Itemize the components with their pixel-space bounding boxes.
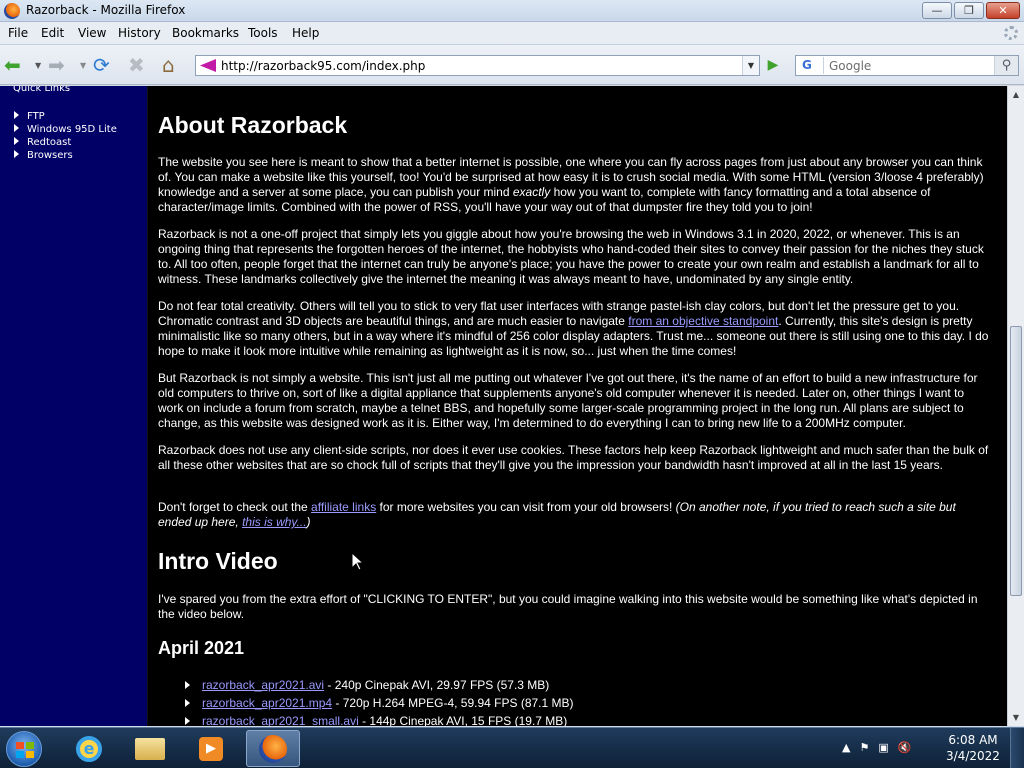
sidebar-item-redtoast[interactable]: Redtoast <box>14 136 117 149</box>
back-button[interactable]: ⬅ <box>4 52 21 78</box>
reload-button[interactable]: ⟳ <box>93 52 110 78</box>
menu-help[interactable]: Help <box>292 26 319 40</box>
search-input[interactable]: Google <box>829 59 871 73</box>
action-center-flag-icon[interactable]: ⚑ <box>859 741 869 754</box>
show-hidden-icons-icon[interactable]: ▲ <box>842 741 850 754</box>
about-paragraph-4: But Razorback is not simply a website. T… <box>158 371 978 430</box>
bullet-icon <box>14 111 19 119</box>
menu-edit[interactable]: Edit <box>41 26 64 40</box>
forward-history-dropdown[interactable]: ▼ <box>80 52 86 78</box>
show-desktop-button[interactable] <box>1010 728 1024 768</box>
about-paragraph-5: Razorback does not use any client-side s… <box>158 443 989 472</box>
minimize-button[interactable]: — <box>922 2 952 19</box>
scroll-up-button[interactable]: ▲ <box>1008 86 1024 103</box>
affiliate-links-link[interactable]: affiliate links <box>311 500 376 514</box>
system-tray: ▲ ⚑ ▣ 🔇 <box>842 741 911 754</box>
page-viewport: Quick Links FTP Windows 95D Lite Redtoas… <box>0 86 1024 726</box>
throbber-icon <box>1004 26 1018 40</box>
about-paragraph-6: Don't forget to check out the affiliate … <box>158 500 956 529</box>
bullet-icon <box>185 717 190 725</box>
video-list: razorback_apr2021.avi - 240p Cinepak AVI… <box>185 676 574 726</box>
menu-view[interactable]: View <box>78 26 106 40</box>
sidebar-item-ftp[interactable]: FTP <box>14 110 117 123</box>
volume-muted-icon[interactable]: 🔇 <box>898 741 912 754</box>
quick-links-heading: Quick Links <box>13 86 71 94</box>
about-paragraph-2: Razorback is not a one-off project that … <box>158 227 984 286</box>
about-heading: About Razorback <box>158 112 348 138</box>
menu-history[interactable]: History <box>118 26 161 40</box>
back-history-dropdown[interactable]: ▼ <box>35 52 41 78</box>
firefox-icon <box>259 734 287 763</box>
list-item: razorback_apr2021.mp4 - 720p H.264 MPEG-… <box>185 694 574 712</box>
system-clock[interactable]: 6:08 AM 3/4/2022 <box>944 732 1002 764</box>
network-icon[interactable]: ▣ <box>878 741 888 754</box>
stop-button[interactable]: ✖ <box>128 52 145 78</box>
sidebar-item-browsers[interactable]: Browsers <box>14 149 117 162</box>
list-item: razorback_apr2021.avi - 240p Cinepak AVI… <box>185 676 574 694</box>
address-bar[interactable]: http://razorback95.com/index.php ▼ <box>195 55 760 76</box>
title-bar: Razorback - Mozilla Firefox — ❐ ✕ <box>0 0 1024 22</box>
about-paragraph-3: Do not fear total creativity. Others wil… <box>158 299 989 358</box>
bullet-icon <box>14 137 19 145</box>
maximize-button[interactable]: ❐ <box>954 2 984 19</box>
taskbar-media-player[interactable]: ▶ <box>184 730 238 767</box>
list-item: razorback_apr2021_small.avi - 144p Cinep… <box>185 712 574 726</box>
address-url[interactable]: http://razorback95.com/index.php <box>221 59 425 73</box>
clock-time: 6:08 AM <box>948 733 998 747</box>
taskbar-internet-explorer[interactable]: e <box>62 730 116 767</box>
internet-explorer-icon: e <box>76 735 102 762</box>
objective-standpoint-link[interactable]: from an objective standpoint <box>628 314 778 328</box>
intro-video-text: I've spared you from the extra effort of… <box>158 592 978 621</box>
folder-icon <box>135 737 165 760</box>
navigation-toolbar: ⬅ ▼ ➡ ▼ ⟳ ✖ ⌂ http://razorback95.com/ind… <box>0 45 1024 85</box>
menu-file[interactable]: File <box>8 26 28 40</box>
vertical-scrollbar[interactable]: ▲ ▼ <box>1007 86 1024 726</box>
bullet-icon <box>14 124 19 132</box>
search-icon[interactable]: ⚲ <box>994 56 1018 75</box>
menu-tools[interactable]: Tools <box>248 26 278 40</box>
forward-button[interactable]: ➡ <box>48 52 65 78</box>
bullet-icon <box>14 150 19 158</box>
search-engine-selector[interactable]: G <box>798 57 824 74</box>
window-title: Razorback - Mozilla Firefox <box>26 3 186 17</box>
video-link-mp4[interactable]: razorback_apr2021.mp4 <box>202 696 332 710</box>
about-paragraph-1: The website you see here is meant to sho… <box>158 155 984 214</box>
taskbar-windows-explorer[interactable] <box>123 730 177 767</box>
address-dropdown-button[interactable]: ▼ <box>742 56 759 75</box>
scroll-down-button[interactable]: ▼ <box>1008 709 1024 726</box>
video-link-avi[interactable]: razorback_apr2021.avi <box>202 678 324 692</box>
sidebar-item-windows-95d-lite[interactable]: Windows 95D Lite <box>14 123 117 136</box>
intro-video-heading: Intro Video <box>158 548 278 574</box>
quick-links-sidebar: Quick Links FTP Windows 95D Lite Redtoas… <box>0 86 148 726</box>
bullet-icon <box>185 681 190 689</box>
firefox-icon <box>4 3 20 19</box>
search-bar[interactable]: G Google ⚲ <box>795 55 1019 76</box>
taskbar-firefox[interactable] <box>246 730 300 767</box>
home-button[interactable]: ⌂ <box>162 52 175 78</box>
april-2021-heading: April 2021 <box>158 638 245 658</box>
menu-bookmarks[interactable]: Bookmarks <box>172 26 239 40</box>
go-button[interactable]: ▶ <box>763 57 783 75</box>
windows-logo-icon <box>16 742 34 758</box>
window-controls: — ❐ ✕ <box>922 2 1020 19</box>
video-link-small-avi[interactable]: razorback_apr2021_small.avi <box>202 714 359 726</box>
bullet-icon <box>185 699 190 707</box>
media-player-icon: ▶ <box>199 736 223 761</box>
scrollbar-thumb[interactable] <box>1010 326 1022 596</box>
taskbar: e ▶ ▲ ⚑ ▣ 🔇 6:08 AM 3/4/2022 <box>0 727 1024 768</box>
start-button[interactable] <box>6 731 42 767</box>
clock-date: 3/4/2022 <box>946 749 1000 763</box>
close-button[interactable]: ✕ <box>986 2 1020 19</box>
menu-bar: File Edit View History Bookmarks Tools H… <box>0 22 1024 45</box>
this-is-why-link[interactable]: this is why... <box>242 515 306 529</box>
site-favicon-icon <box>200 59 216 72</box>
